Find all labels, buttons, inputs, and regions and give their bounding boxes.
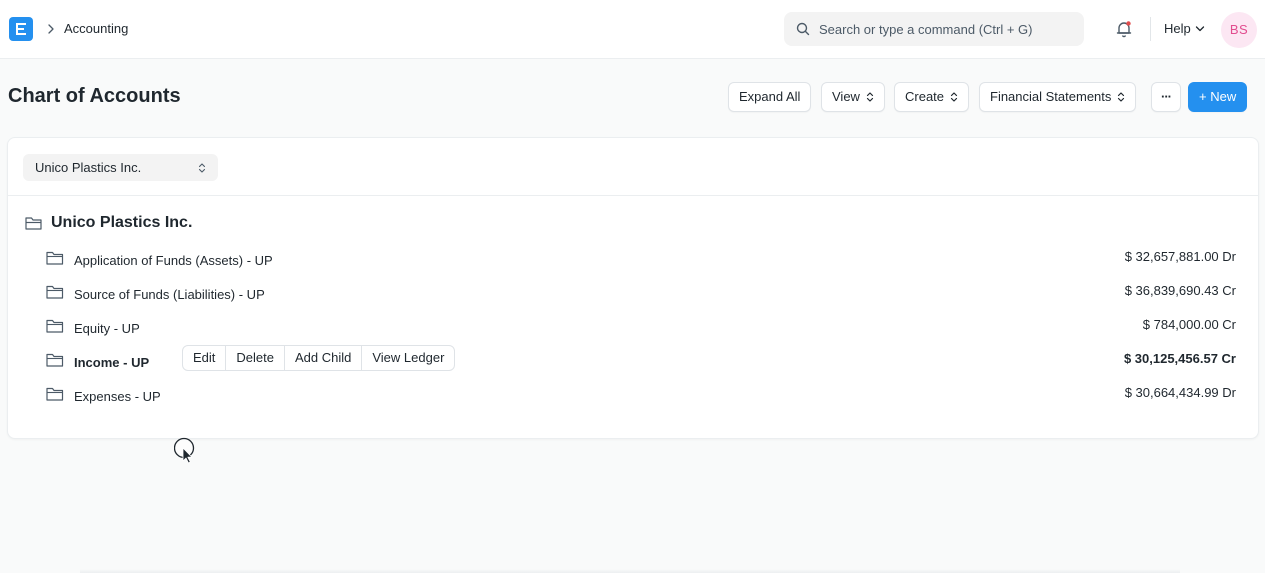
view-label: View: [832, 89, 860, 104]
help-menu[interactable]: Help: [1164, 21, 1191, 36]
company-select[interactable]: Unico Plastics Inc.: [23, 154, 218, 181]
edit-button[interactable]: Edit: [183, 346, 227, 370]
account-name: Income - UP: [74, 355, 150, 370]
folder-open-icon[interactable]: [25, 215, 43, 231]
account-row-expenses[interactable]: Expenses - UP $ 30,664,434.99 Dr: [46, 384, 1246, 408]
account-row-equity[interactable]: Equity - UP $ 784,000.00 Cr: [46, 316, 1246, 340]
account-balance: $ 784,000.00 Cr: [1142, 317, 1236, 332]
delete-button[interactable]: Delete: [226, 346, 285, 370]
more-actions-button[interactable]: ···: [1151, 82, 1181, 112]
create-button[interactable]: Create: [894, 82, 970, 112]
avatar[interactable]: BS: [1221, 12, 1257, 48]
up-down-icon: [950, 91, 958, 102]
financial-statements-label: Financial Statements: [990, 89, 1112, 104]
breadcrumb-accounting[interactable]: Accounting: [64, 21, 128, 36]
expand-all-label: Expand All: [739, 89, 801, 104]
up-down-icon: [1118, 91, 1125, 102]
financial-statements-button[interactable]: Financial Statements: [979, 82, 1137, 112]
account-name: Equity - UP: [74, 321, 140, 336]
search-icon: [796, 22, 810, 36]
add-child-button[interactable]: Add Child: [285, 346, 363, 370]
bell-icon[interactable]: [1114, 19, 1134, 39]
account-row-assets[interactable]: Application of Funds (Assets) - UP $ 32,…: [46, 248, 1246, 272]
account-balance: $ 30,125,456.57 Cr: [1123, 351, 1236, 366]
view-button[interactable]: View: [821, 82, 885, 112]
folder-icon: [46, 285, 64, 299]
up-down-icon: [866, 91, 874, 102]
account-balance: $ 32,657,881.00 Dr: [1124, 249, 1236, 264]
mouse-cursor-icon: [174, 437, 195, 464]
folder-icon: [46, 319, 64, 333]
bottom-edge: [80, 569, 1180, 573]
new-button[interactable]: + New: [1188, 82, 1248, 112]
chevron-down-icon[interactable]: [1195, 25, 1205, 33]
account-name: Source of Funds (Liabilities) - UP: [74, 287, 265, 302]
page-title: Chart of Accounts: [8, 85, 181, 107]
navbar: Accounting Help BS: [0, 0, 1265, 59]
navbar-divider: [1150, 17, 1151, 41]
account-balance: $ 30,664,434.99 Dr: [1124, 385, 1236, 400]
account-name: Application of Funds (Assets) - UP: [74, 253, 273, 268]
up-down-icon: [198, 163, 206, 173]
chevron-right-icon: [48, 24, 54, 34]
account-name: Expenses - UP: [74, 389, 161, 404]
view-ledger-button[interactable]: View Ledger: [362, 346, 454, 370]
folder-icon: [46, 353, 64, 367]
account-balance: $ 36,839,690.43 Cr: [1124, 283, 1236, 298]
folder-icon: [46, 251, 64, 265]
expand-all-button[interactable]: Expand All: [728, 82, 812, 112]
search-input[interactable]: [819, 12, 1074, 46]
company-select-value: Unico Plastics Inc.: [35, 160, 142, 175]
row-action-group: Edit Delete Add Child View Ledger: [182, 345, 456, 371]
folder-icon: [46, 387, 64, 401]
create-label: Create: [905, 89, 945, 104]
new-label: + New: [1199, 89, 1237, 104]
card-divider: [8, 195, 1258, 196]
app-logo-icon[interactable]: [9, 17, 33, 41]
search-bar[interactable]: [784, 12, 1084, 46]
more-actions-label: ···: [1161, 89, 1172, 104]
account-row-liabilities[interactable]: Source of Funds (Liabilities) - UP $ 36,…: [46, 282, 1246, 306]
tree-root-label[interactable]: Unico Plastics Inc.: [51, 214, 192, 232]
